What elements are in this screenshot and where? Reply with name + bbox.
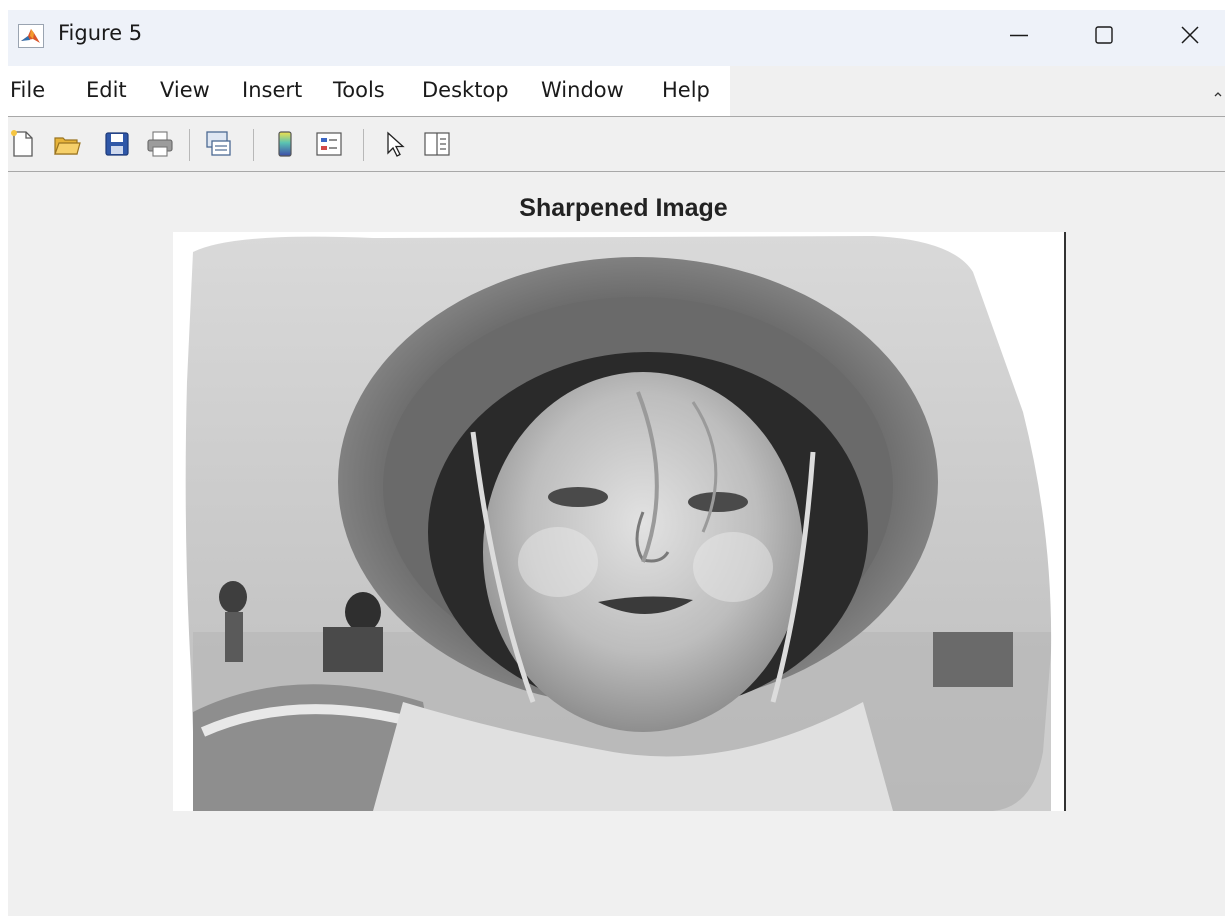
menu-edit[interactable]: Edit bbox=[86, 78, 127, 102]
figure-window: Figure 5 File Edit View Insert Tools Des… bbox=[8, 10, 1225, 916]
close-icon bbox=[1179, 24, 1201, 46]
insert-colorbar-icon[interactable] bbox=[270, 129, 300, 159]
menu-desktop[interactable]: Desktop bbox=[422, 78, 509, 102]
toolbar-separator bbox=[189, 129, 190, 161]
menu-view[interactable]: View bbox=[160, 78, 210, 102]
maximize-button[interactable] bbox=[1069, 10, 1139, 60]
menu-tools[interactable]: Tools bbox=[333, 78, 385, 102]
toolbar-separator bbox=[363, 129, 364, 161]
matlab-logo-icon bbox=[18, 24, 44, 48]
link-plot-icon[interactable] bbox=[204, 129, 234, 159]
figure-canvas[interactable]: Sharpened Image bbox=[8, 172, 1225, 916]
figure-toolbar bbox=[8, 117, 1225, 171]
insert-legend-icon[interactable] bbox=[314, 129, 344, 159]
menu-insert[interactable]: Insert bbox=[242, 78, 302, 102]
edit-plot-icon[interactable] bbox=[380, 129, 410, 159]
menu-bar: File Edit View Insert Tools Desktop Wind… bbox=[8, 66, 1225, 116]
axes-right-edge bbox=[1064, 232, 1066, 811]
maximize-icon bbox=[1093, 24, 1115, 46]
axes-title: Sharpened Image bbox=[519, 194, 728, 222]
minimize-button[interactable] bbox=[984, 10, 1054, 60]
menu-strip: File Edit View Insert Tools Desktop Wind… bbox=[8, 66, 730, 116]
menu-overflow-icon[interactable] bbox=[1213, 86, 1223, 105]
image-axes[interactable] bbox=[173, 232, 1064, 811]
menu-help[interactable]: Help bbox=[662, 78, 710, 102]
grayscale-photo-child-with-hat bbox=[185, 236, 1052, 811]
save-icon[interactable] bbox=[102, 129, 132, 159]
toolbar-separator bbox=[253, 129, 254, 161]
minimize-icon bbox=[1008, 24, 1030, 46]
print-icon[interactable] bbox=[145, 129, 175, 159]
menu-window[interactable]: Window bbox=[541, 78, 624, 102]
close-button[interactable] bbox=[1155, 10, 1225, 60]
new-figure-icon[interactable] bbox=[8, 129, 38, 159]
window-title: Figure 5 bbox=[58, 21, 143, 45]
menu-file[interactable]: File bbox=[10, 78, 45, 102]
property-inspector-icon[interactable] bbox=[422, 129, 452, 159]
open-file-icon[interactable] bbox=[52, 129, 82, 159]
title-bar[interactable]: Figure 5 bbox=[8, 10, 1225, 66]
